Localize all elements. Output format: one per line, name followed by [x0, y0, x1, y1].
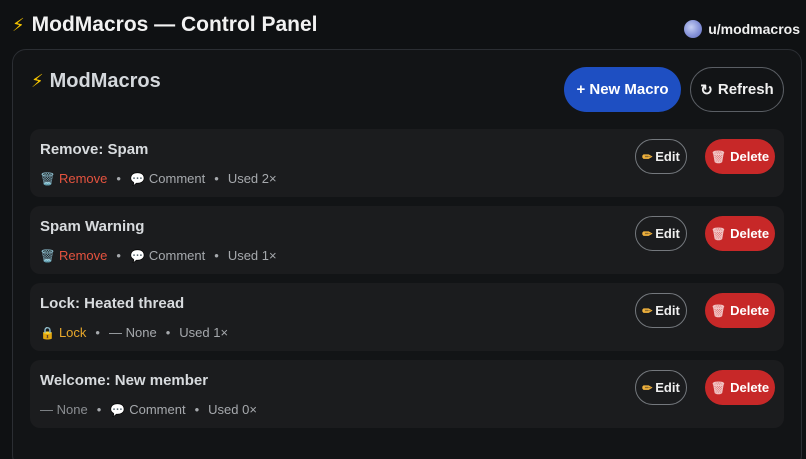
pencil-icon: ✏: [642, 226, 653, 241]
edit-button[interactable]: ✏ Edit: [635, 370, 687, 405]
comment-icon: 💬: [129, 248, 145, 263]
edit-button[interactable]: ✏ Edit: [635, 216, 687, 251]
macro-row: Spam Warning 🗑️ Remove • 💬 Comment • Use…: [30, 206, 784, 274]
edit-button-label: Edit: [655, 149, 680, 164]
trash-icon: 🗑: [710, 149, 727, 164]
separator-dot: •: [116, 171, 121, 186]
comment-icon: 💬: [129, 171, 145, 186]
delete-button-label: Delete: [730, 149, 770, 164]
macro-row: Welcome: New member — None • 💬 Comment •…: [30, 360, 784, 428]
edit-button[interactable]: ✏ Edit: [635, 293, 687, 328]
delete-button[interactable]: 🗑 Delete: [705, 293, 775, 328]
lightning-bolt-icon: ⚡: [12, 14, 25, 35]
macro-action: Remove: [58, 248, 108, 263]
macro-usage: Used 1×: [179, 325, 229, 340]
macro-reply: — None: [108, 325, 157, 340]
edit-button[interactable]: ✏ Edit: [635, 139, 687, 174]
separator-dot: •: [96, 402, 102, 417]
separator-dot: •: [214, 248, 219, 263]
delete-button[interactable]: 🗑 Delete: [705, 370, 775, 405]
macro-row: Lock: Heated thread 🔒 Lock • — None • Us…: [30, 283, 784, 351]
macro-name: Lock: Heated thread: [40, 295, 185, 312]
top-bar: ⚡ ModMacros — Control Panel u/modmacros: [0, 0, 806, 50]
macro-meta: 🔒 Lock • — None • Used 1×: [40, 325, 228, 340]
edit-button-label: Edit: [655, 226, 680, 241]
trash-icon: 🗑: [710, 303, 727, 318]
separator-dot: •: [95, 325, 100, 340]
refresh-icon: ↻: [700, 81, 713, 99]
macro-meta: 🗑️ Remove • 💬 Comment • Used 1×: [40, 248, 277, 263]
avatar: [684, 20, 703, 38]
macro-usage: Used 1×: [227, 248, 277, 263]
pencil-icon: ✏: [642, 380, 653, 395]
separator-dot: •: [194, 402, 200, 417]
macro-action: Lock: [58, 325, 87, 340]
delete-button[interactable]: 🗑 Delete: [705, 216, 775, 251]
separator-dot: •: [214, 171, 219, 186]
trash-icon: 🗑: [710, 226, 727, 241]
trash-icon: 🗑️: [40, 248, 55, 263]
macro-row: Remove: Spam 🗑️ Remove • 💬 Comment • Use…: [30, 129, 784, 197]
refresh-button[interactable]: ↻ Refresh: [690, 67, 784, 112]
delete-button-label: Delete: [730, 380, 770, 395]
lock-icon: 🔒: [40, 325, 55, 340]
lightning-bolt-icon: ⚡: [31, 71, 44, 91]
separator-dot: •: [165, 325, 171, 340]
user-menu[interactable]: u/modmacros: [684, 20, 800, 38]
app-title-text: ModMacros — Control Panel: [31, 13, 318, 36]
macro-usage: Used 0×: [208, 402, 257, 417]
macro-name: Remove: Spam: [40, 141, 149, 158]
delete-button[interactable]: 🗑 Delete: [705, 139, 775, 174]
macro-list: Remove: Spam 🗑️ Remove • 💬 Comment • Use…: [30, 129, 784, 437]
pencil-icon: ✏: [642, 149, 653, 164]
macro-reply: Comment: [148, 248, 206, 263]
macro-name: Welcome: New member: [40, 372, 209, 389]
macro-meta: 🗑️ Remove • 💬 Comment • Used 2×: [40, 171, 277, 186]
macro-meta: — None • 💬 Comment • Used 0×: [40, 402, 257, 417]
trash-icon: 🗑: [710, 380, 727, 395]
refresh-button-label: Refresh: [717, 81, 774, 98]
macro-usage: Used 2×: [227, 171, 277, 186]
panel-title: ⚡ ModMacros: [31, 70, 161, 93]
username: u/modmacros: [708, 21, 800, 37]
comment-icon: 💬: [110, 402, 126, 417]
delete-button-label: Delete: [730, 303, 770, 318]
pencil-icon: ✏: [642, 303, 653, 318]
trash-icon: 🗑️: [40, 171, 55, 186]
delete-button-label: Delete: [730, 226, 770, 241]
macro-action: Remove: [58, 171, 108, 186]
macro-reply: Comment: [148, 171, 206, 186]
edit-button-label: Edit: [655, 380, 680, 395]
macro-action: — None: [40, 402, 88, 417]
macro-reply: Comment: [129, 402, 186, 417]
app-title: ⚡ ModMacros — Control Panel: [12, 13, 318, 37]
macros-panel: ⚡ ModMacros + New Macro ↻ Refresh Remove…: [12, 49, 802, 459]
panel-title-text: ModMacros: [49, 70, 161, 92]
edit-button-label: Edit: [655, 303, 680, 318]
macro-name: Spam Warning: [40, 218, 145, 235]
new-macro-button[interactable]: + New Macro: [564, 67, 681, 112]
separator-dot: •: [116, 248, 121, 263]
